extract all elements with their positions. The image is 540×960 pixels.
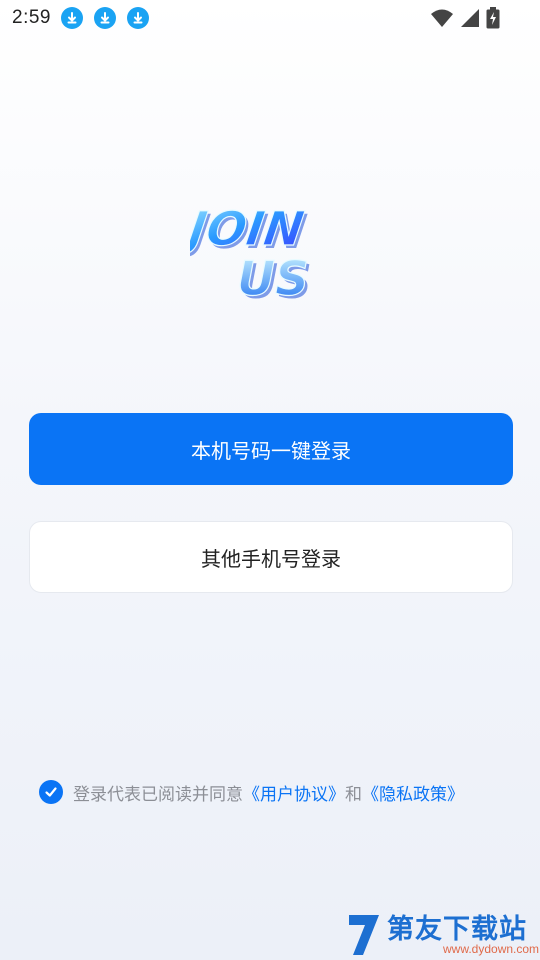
agreement-checkbox[interactable] bbox=[39, 780, 63, 804]
status-right-icons bbox=[430, 7, 500, 33]
other-phone-login-label: 其他手机号登录 bbox=[201, 546, 341, 571]
join-us-logo: JOIN JOIN US US bbox=[177, 195, 355, 310]
site-watermark: 第友下载站 www.dydown.com bbox=[345, 905, 540, 960]
signal-icon bbox=[460, 8, 480, 32]
one-click-login-button[interactable]: 本机号码一键登录 bbox=[29, 413, 513, 485]
agreement-row: 登录代表已阅读并同意 《用户协议》 和 《隐私政策》 bbox=[39, 778, 509, 806]
logo-line2: US bbox=[237, 252, 309, 305]
battery-charging-icon bbox=[486, 7, 500, 33]
logo-line1: JOIN bbox=[190, 202, 307, 257]
wifi-icon bbox=[430, 8, 454, 32]
watermark-url: www.dydown.com bbox=[443, 942, 540, 956]
agreement-conjunction: 和 bbox=[345, 784, 362, 805]
watermark-text: 第友下载站 bbox=[387, 914, 527, 945]
download-notification-icon bbox=[93, 7, 116, 29]
status-time: 2:59 bbox=[12, 7, 51, 28]
download-notification-icon bbox=[126, 7, 149, 29]
one-click-login-label: 本机号码一键登录 bbox=[191, 438, 351, 463]
user-agreement-link[interactable]: 《用户协议》 bbox=[243, 780, 345, 805]
download-notification-icon bbox=[60, 7, 83, 29]
agreement-prefix: 登录代表已阅读并同意 bbox=[73, 784, 243, 805]
watermark-logo-icon bbox=[349, 915, 379, 955]
check-icon bbox=[45, 787, 57, 797]
other-phone-login-button[interactable]: 其他手机号登录 bbox=[29, 521, 513, 593]
status-bar: 2:59 bbox=[0, 0, 540, 36]
privacy-policy-link[interactable]: 《隐私政策》 bbox=[362, 780, 464, 805]
